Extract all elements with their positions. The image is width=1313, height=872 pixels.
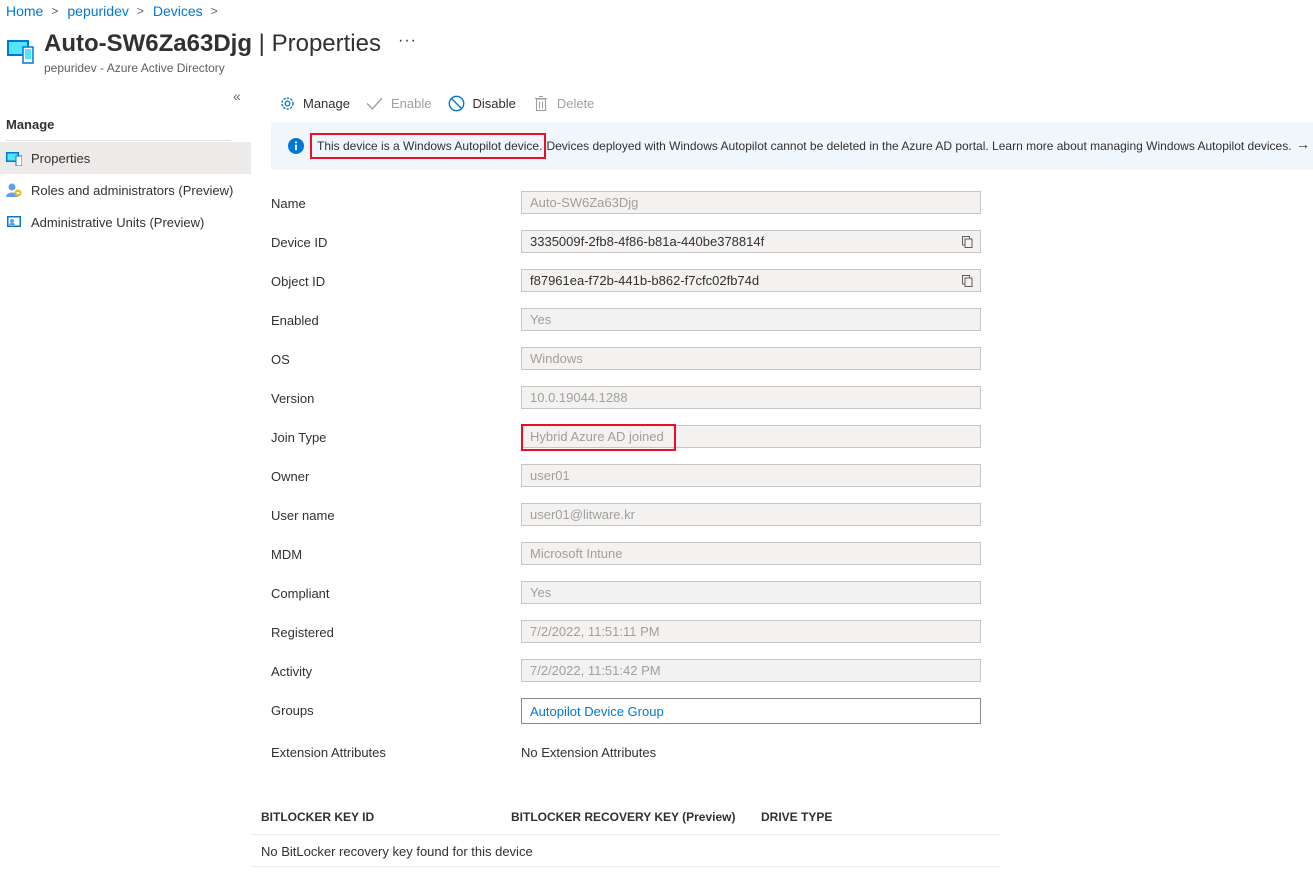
groups-label: Groups (271, 703, 314, 718)
name-field: Auto-SW6Za63Djg (521, 191, 981, 214)
activity-label: Activity (271, 664, 313, 679)
user-name-field: user01@litware.kr (521, 503, 981, 526)
extension-attributes-value: No Extension Attributes (521, 745, 657, 760)
compliant-label: Compliant (271, 586, 330, 601)
os-label: OS (271, 352, 290, 367)
sidebar-item-label: Administrative Units (Preview) (31, 214, 205, 230)
trash-icon (532, 94, 550, 112)
sidebar-divider (6, 140, 231, 141)
collapse-sidebar-button[interactable]: « (233, 88, 241, 104)
page-subtitle: pepuridev - Azure Active Directory (44, 61, 225, 75)
delete-label: Delete (556, 95, 595, 111)
mdm-label: MDM (271, 547, 303, 562)
object-id-value: f87961ea-f72b-441b-b862-f7cfc02fb74d (530, 273, 760, 288)
sidebar-item-label: Properties (31, 150, 91, 166)
device-id-label: Device ID (271, 235, 328, 250)
block-icon (447, 94, 465, 112)
sidebar-item-label: Roles and administrators (Preview) (31, 182, 234, 198)
device-name-title: Auto-SW6Za63Djg (44, 30, 253, 57)
device-icon (6, 150, 22, 166)
column-header-recovery-key[interactable]: BITLOCKER RECOVERY KEY (Preview) (511, 810, 736, 824)
chevron-right-icon: > (51, 4, 59, 18)
enabled-field: Yes (521, 308, 981, 331)
chevron-right-icon: > (136, 4, 144, 18)
enabled-label: Enabled (271, 313, 319, 328)
owner-field: user01 (521, 464, 981, 487)
groups-link[interactable]: Autopilot Device Group (521, 698, 981, 724)
more-options-button[interactable]: ··· (398, 32, 417, 50)
version-field: 10.0.19044.1288 (521, 386, 981, 409)
owner-label: Owner (271, 469, 310, 484)
table-divider (251, 866, 1001, 867)
os-field: Windows (521, 347, 981, 370)
roles-icon (6, 182, 22, 198)
name-label: Name (271, 196, 306, 211)
breadcrumb: Home > pepuridev > Devices > (6, 3, 227, 19)
admin-units-icon (6, 214, 22, 230)
join-type-label: Join Type (271, 430, 327, 445)
breadcrumb-devices-link[interactable]: Devices (153, 3, 203, 19)
enable-button[interactable]: Enable (366, 94, 431, 112)
title-separator: | (252, 30, 272, 57)
page-title: Auto-SW6Za63Djg | Properties (44, 30, 381, 58)
enable-label: Enable (390, 95, 432, 111)
sidebar-item-properties[interactable]: Properties (0, 142, 251, 174)
copy-icon[interactable] (962, 236, 973, 248)
object-id-field: f87961ea-f72b-441b-b862-f7cfc02fb74d (521, 269, 981, 292)
user-name-label: User name (271, 508, 335, 523)
device-icon (7, 40, 34, 64)
banner-message: Devices deployed with Windows Autopilot … (546, 139, 1292, 153)
gear-icon (278, 94, 296, 112)
sidebar-heading: Manage (6, 117, 55, 132)
page-name-title: Properties (271, 30, 381, 57)
disable-label: Disable (472, 95, 516, 111)
sidebar-item-admin-units[interactable]: Administrative Units (Preview) (0, 206, 251, 238)
version-label: Version (271, 391, 315, 406)
checkmark-icon (366, 94, 384, 112)
disable-button[interactable]: Disable (447, 94, 516, 112)
manage-label: Manage (303, 95, 350, 111)
registered-field: 7/2/2022, 11:51:11 PM (521, 620, 981, 643)
device-id-value: 3335009f-2fb8-4f86-b81a-440be378814f (530, 234, 765, 249)
activity-field: 7/2/2022, 11:51:42 PM (521, 659, 981, 682)
registered-label: Registered (271, 625, 334, 640)
device-id-field: 3335009f-2fb8-4f86-b81a-440be378814f (521, 230, 981, 253)
banner-highlighted-text: This device is a Windows Autopilot devic… (310, 133, 547, 159)
column-header-drive-type[interactable]: DRIVE TYPE (761, 810, 832, 824)
sidebar-item-roles[interactable]: Roles and administrators (Preview) (0, 174, 251, 206)
command-bar: Manage Enable Disable Delete (278, 92, 610, 114)
autopilot-info-banner[interactable]: This device is a Windows Autopilot devic… (271, 122, 1313, 170)
column-header-key-id[interactable]: BITLOCKER KEY ID (261, 810, 374, 824)
info-icon (288, 138, 304, 154)
mdm-field: Microsoft Intune (521, 542, 981, 565)
delete-button[interactable]: Delete (532, 94, 595, 112)
object-id-label: Object ID (271, 274, 326, 289)
copy-icon[interactable] (962, 275, 973, 287)
table-divider (251, 834, 1001, 835)
breadcrumb-home-link[interactable]: Home (6, 3, 43, 19)
bitlocker-empty-message: No BitLocker recovery key found for this… (261, 844, 533, 859)
compliant-field: Yes (521, 581, 981, 604)
join-type-field: Hybrid Azure AD joined (521, 425, 981, 448)
manage-button[interactable]: Manage (278, 94, 350, 112)
arrow-right-icon[interactable]: → (1296, 136, 1310, 152)
extension-attributes-label: Extension Attributes (271, 745, 386, 760)
breadcrumb-tenant-link[interactable]: pepuridev (67, 3, 129, 19)
chevron-right-icon: > (210, 4, 218, 18)
